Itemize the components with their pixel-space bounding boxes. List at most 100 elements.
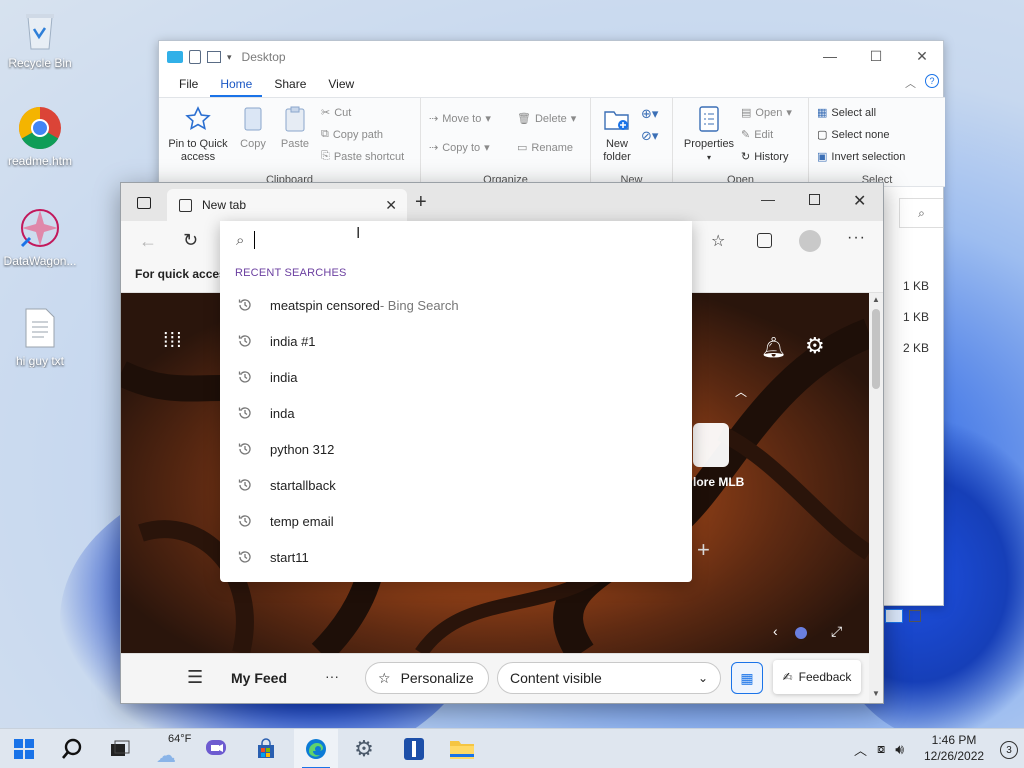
chevron-down-icon[interactable]: ▾ — [227, 52, 232, 63]
store-button[interactable] — [244, 729, 288, 768]
show-hidden-icons-icon[interactable]: ︿ — [854, 740, 867, 759]
chat-button[interactable] — [194, 729, 238, 768]
edit-button[interactable]: ✎ Edit — [741, 128, 773, 142]
maximize-button[interactable] — [809, 194, 820, 205]
settings-gear-icon[interactable]: ⚙ — [805, 333, 825, 359]
previous-image-icon[interactable]: ‹ — [773, 623, 778, 639]
add-site-icon[interactable]: + — [697, 537, 710, 563]
suggestion-item[interactable]: inda — [220, 395, 692, 431]
profile-avatar[interactable] — [799, 230, 821, 252]
tab-file[interactable]: File — [169, 73, 208, 97]
scroll-up-icon[interactable]: ▲ — [872, 295, 880, 304]
volume-icon[interactable]: 🔊︎ — [895, 741, 904, 758]
cut-button[interactable]: ✂ Cut — [321, 106, 351, 120]
suggestion-item[interactable]: india #1 — [220, 323, 692, 359]
delete-button[interactable]: 🗑 Delete ▾ — [517, 112, 576, 126]
favorites-icon[interactable]: ☆ — [711, 231, 725, 251]
suggestion-item[interactable]: india — [220, 359, 692, 395]
expand-image-icon[interactable]: ⤢ — [831, 623, 842, 640]
pin-quick-access-button[interactable]: Pin to Quick access — [165, 104, 231, 164]
tab-share[interactable]: Share — [264, 73, 316, 97]
properties-button[interactable]: Properties ▾ — [679, 104, 739, 164]
image-info-icon[interactable] — [795, 627, 807, 639]
hamburger-menu-icon[interactable]: ☰ — [187, 667, 203, 688]
history-clock-icon — [236, 548, 254, 566]
open-button[interactable]: ▤ Open ▾ — [741, 106, 792, 120]
desktop-icon-recycle-bin[interactable]: Recycle Bin — [0, 8, 80, 70]
details-view-icon[interactable] — [885, 609, 903, 623]
notifications-icon[interactable]: 🔔︎ — [761, 335, 786, 360]
settings-taskbar-button[interactable]: ⚙ — [342, 729, 386, 768]
task-view-button[interactable] — [98, 729, 142, 768]
history-button[interactable]: ↻ History — [741, 150, 788, 164]
tab-home[interactable]: Home — [210, 73, 263, 97]
new-tab-button[interactable]: + — [415, 191, 427, 214]
feedback-button[interactable]: ✍ Feedback — [773, 660, 861, 694]
store-bag-icon — [258, 738, 274, 758]
desktop-icon-text-file[interactable]: hi guy txt — [0, 306, 80, 368]
easy-access-icon[interactable]: ⊘▾ — [641, 128, 658, 144]
search-button[interactable] — [50, 729, 94, 768]
desktop-icon-readme[interactable]: readme.htm — [0, 106, 80, 168]
more-options-icon[interactable]: ··· — [847, 229, 866, 247]
network-icon[interactable]: ⧇ — [877, 741, 885, 757]
app-taskbar-button[interactable] — [392, 729, 436, 768]
minimize-button[interactable]: — — [807, 41, 853, 71]
scrollbar-thumb[interactable] — [872, 309, 880, 389]
suggestion-item[interactable]: startallback — [220, 467, 692, 503]
suggestion-item[interactable]: temp email — [220, 503, 692, 539]
address-bar-input[interactable]: ⌕ I — [220, 221, 692, 259]
move-to-button[interactable]: ⇢ Move to ▾ — [429, 112, 491, 126]
refresh-icon[interactable]: ↻ — [183, 230, 198, 251]
tab-new-tab[interactable]: New tab ✕ — [167, 189, 407, 221]
back-icon[interactable]: ← — [139, 231, 157, 252]
suggestion-item[interactable]: python 312 — [220, 431, 692, 467]
copy-path-button[interactable]: ⧉ Copy path — [321, 128, 383, 141]
desktop-icon-datawagon[interactable]: DataWagon... — [0, 206, 80, 268]
minimize-button[interactable]: — — [761, 191, 775, 207]
start-button[interactable] — [2, 729, 46, 768]
tab-view[interactable]: View — [318, 73, 364, 97]
scroll-down-icon[interactable]: ▼ — [872, 689, 880, 698]
tab-actions-icon[interactable] — [137, 197, 151, 209]
grid-layout-button[interactable]: ▦ — [731, 662, 763, 694]
feed-more-icon[interactable]: ··· — [325, 668, 339, 684]
select-all-button[interactable]: ▦ Select all — [817, 106, 876, 120]
select-none-button[interactable]: ▢ Select none — [817, 128, 890, 142]
close-button[interactable]: ✕ — [899, 41, 945, 71]
search-icon: ⌕ — [918, 205, 925, 220]
copy-button[interactable]: Copy — [235, 104, 271, 151]
page-scrollbar[interactable]: ▲ ▼ — [869, 293, 883, 703]
rename-button[interactable]: ▭ Rename — [517, 141, 573, 155]
apps-launcher-icon[interactable]: ⁞⁞⁞ — [163, 331, 183, 351]
large-icons-view-icon[interactable] — [909, 610, 921, 622]
help-icon[interactable]: ? — [925, 74, 939, 88]
close-button[interactable]: ✕ — [853, 191, 866, 211]
maximize-button[interactable]: ☐ — [853, 41, 899, 71]
invert-selection-button[interactable]: ▣ Invert selection — [817, 150, 905, 164]
close-tab-icon[interactable]: ✕ — [385, 197, 397, 214]
edge-taskbar-button[interactable] — [294, 729, 338, 768]
copy-to-button[interactable]: ⇢ Copy to ▾ — [429, 141, 490, 155]
collapse-ribbon-icon[interactable]: ︿ — [905, 75, 916, 91]
collapse-icon[interactable]: ︿ — [735, 383, 747, 400]
content-visibility-dropdown[interactable]: Content visible ⌄ — [497, 662, 721, 694]
collections-icon[interactable] — [757, 233, 772, 248]
suggestion-item[interactable]: meatspin censored - Bing Search — [220, 287, 692, 323]
feed-title[interactable]: My Feed — [231, 670, 287, 686]
paste-shortcut-button[interactable]: ⎘ Paste shortcut — [321, 150, 404, 163]
history-clock-icon — [236, 476, 254, 494]
personalize-button[interactable]: ☆ Personalize — [365, 662, 489, 694]
new-folder-quick-icon[interactable] — [207, 51, 221, 63]
suggestion-item[interactable]: start11 — [220, 539, 692, 575]
taskbar-clock[interactable]: 1:46 PM 12/26/2022 — [924, 732, 984, 764]
new-folder-button[interactable]: New folder — [595, 104, 639, 164]
file-explorer-taskbar-button[interactable] — [440, 729, 484, 768]
properties-quick-icon[interactable] — [189, 50, 201, 64]
explorer-search-box[interactable]: ⌕ — [899, 198, 943, 228]
paste-button[interactable]: Paste — [275, 104, 315, 151]
new-item-icon[interactable]: ⊕▾ — [641, 106, 658, 122]
quick-link-tile[interactable] — [693, 423, 729, 467]
notification-center-button[interactable]: 3 — [1000, 741, 1018, 759]
text-file-icon — [18, 306, 62, 350]
